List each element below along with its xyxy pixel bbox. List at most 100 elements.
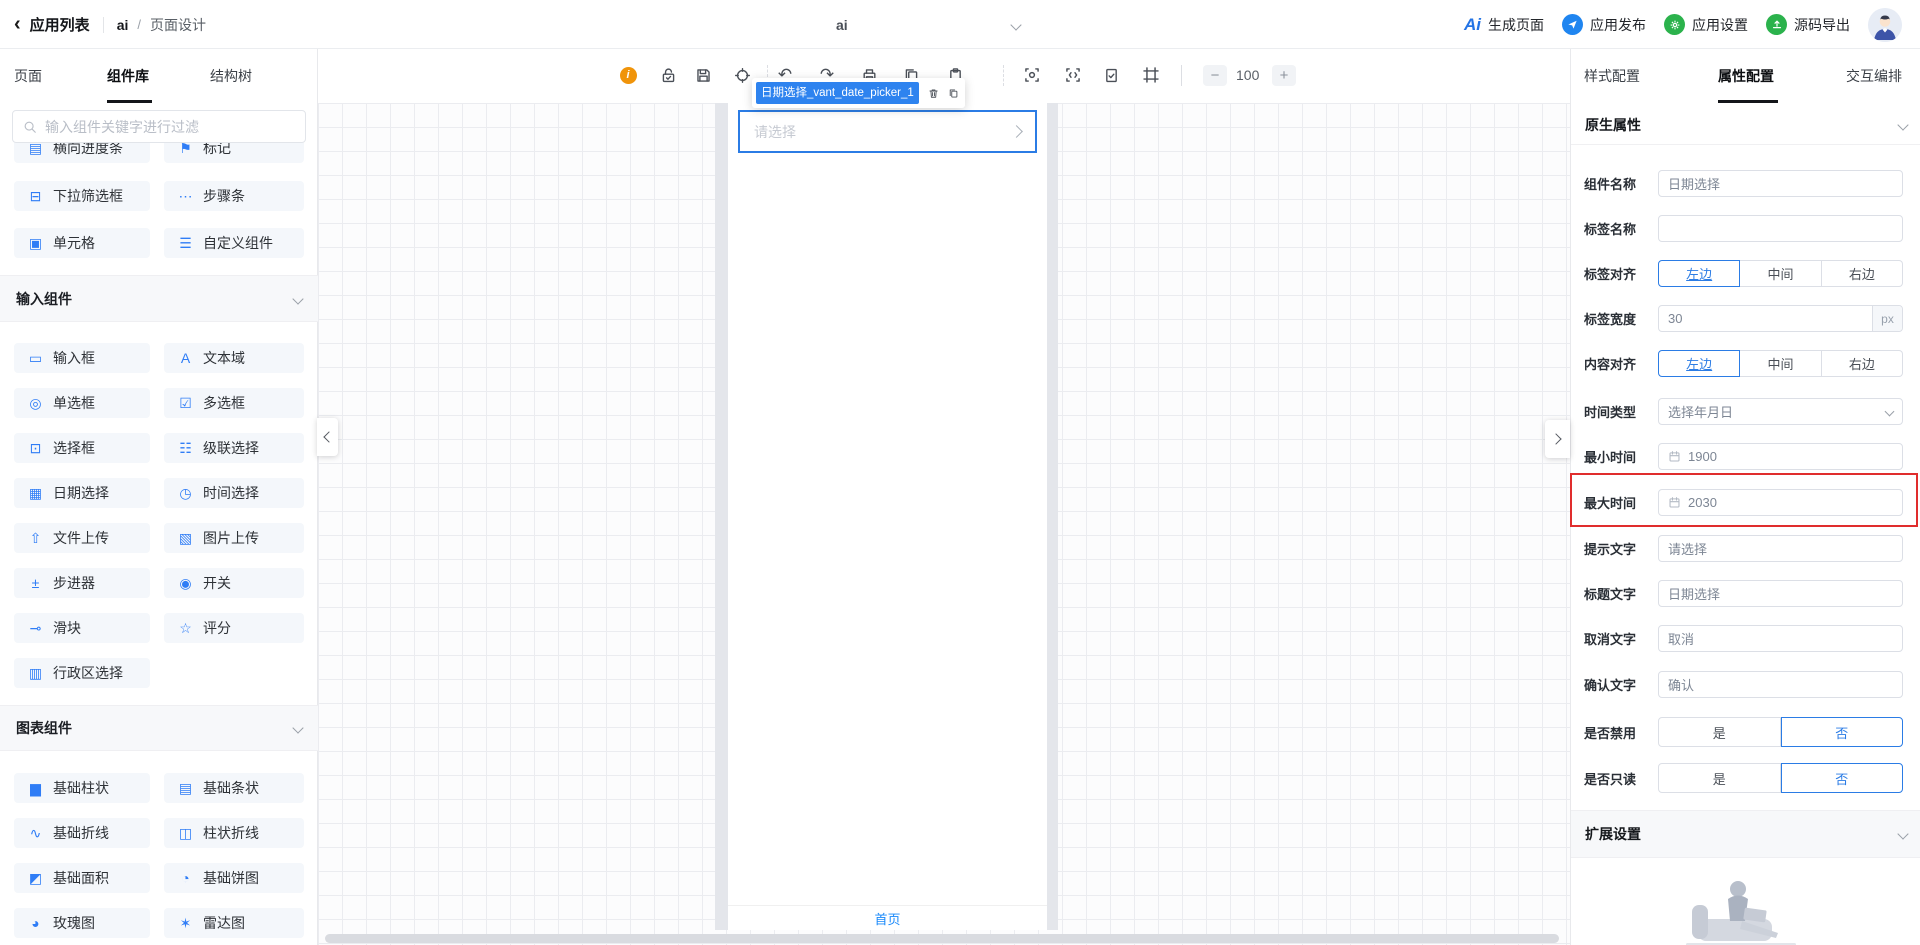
- tabbar-home-link[interactable]: 首页: [874, 909, 900, 928]
- component-item[interactable]: ◷ 时间选择: [164, 478, 304, 508]
- time-type-select[interactable]: 选择年月日: [1658, 398, 1903, 425]
- target-icon[interactable]: [733, 66, 751, 84]
- min-time-input[interactable]: 1900: [1658, 443, 1903, 470]
- export-source-button[interactable]: 源码导出: [1766, 14, 1850, 35]
- component-item[interactable]: ▣ 单元格: [14, 228, 150, 258]
- page-selector[interactable]: ai: [836, 0, 1020, 49]
- component-item[interactable]: ⊸ 滑块: [14, 613, 150, 643]
- component-item[interactable]: ▤ 基础条状: [164, 773, 304, 803]
- confirm-text-input[interactable]: 确认: [1658, 671, 1903, 698]
- label-width-input[interactable]: 30 px: [1658, 305, 1903, 332]
- toolbar-divider: [1003, 65, 1004, 86]
- section-native-props[interactable]: 原生属性: [1571, 105, 1920, 145]
- component-item[interactable]: ⊡ 选择框: [14, 433, 150, 463]
- component-item[interactable]: ▭ 输入框: [14, 343, 150, 373]
- component-item[interactable]: ⇧ 文件上传: [14, 523, 150, 553]
- info-icon[interactable]: i: [619, 66, 637, 84]
- tab-interaction[interactable]: 交互编排: [1846, 49, 1902, 103]
- calendar-icon: [1668, 450, 1681, 463]
- zoom-in-button[interactable]: +: [1272, 65, 1296, 86]
- steps-icon: ⋯: [177, 188, 194, 205]
- generate-page-button[interactable]: Ai 生成页面: [1464, 15, 1544, 35]
- readonly-yes[interactable]: 是: [1658, 763, 1781, 793]
- unlock-icon[interactable]: [659, 66, 677, 84]
- delete-icon[interactable]: [928, 86, 939, 101]
- label-align-center[interactable]: 中间: [1740, 260, 1821, 287]
- title-text-input[interactable]: 日期选择: [1658, 580, 1903, 607]
- tag-name-input[interactable]: [1658, 215, 1903, 242]
- component-item[interactable]: ⚑ 标记: [164, 143, 304, 163]
- publish-app-button[interactable]: 应用发布: [1562, 14, 1646, 35]
- preview-icon[interactable]: [1023, 66, 1041, 84]
- field-readonly: 是否只读 是 否: [1584, 763, 1903, 793]
- phone-tabbar: 首页: [728, 905, 1047, 930]
- breadcrumb-app: ai: [117, 17, 129, 33]
- component-item[interactable]: ◩ 基础面积: [14, 863, 150, 893]
- component-item[interactable]: ▥ 行政区选择: [14, 658, 150, 688]
- back-icon[interactable]: ‹: [14, 14, 21, 34]
- component-item[interactable]: ◎ 单选框: [14, 388, 150, 418]
- component-item[interactable]: ☆ 评分: [164, 613, 304, 643]
- input-box-icon: ▭: [27, 350, 44, 367]
- copy-icon[interactable]: [948, 86, 959, 101]
- source-code-icon[interactable]: [1064, 66, 1082, 84]
- cancel-text-input[interactable]: 取消: [1658, 625, 1903, 652]
- content-align-right[interactable]: 右边: [1822, 350, 1903, 377]
- app-settings-button[interactable]: 应用设置: [1664, 14, 1748, 35]
- user-avatar[interactable]: [1868, 8, 1902, 42]
- disabled-no[interactable]: 否: [1781, 717, 1904, 747]
- form-validate-icon[interactable]: [1102, 66, 1120, 84]
- component-search-input[interactable]: 输入组件关键字进行过滤: [12, 110, 306, 143]
- frame-icon[interactable]: [1142, 66, 1160, 84]
- max-time-input[interactable]: 2030: [1658, 489, 1903, 516]
- back-to-app-list[interactable]: 应用列表: [30, 14, 90, 35]
- empty-state-illustration: [1676, 867, 1816, 945]
- label-align-right[interactable]: 右边: [1822, 260, 1903, 287]
- placeholder-text-input[interactable]: 请选择: [1658, 535, 1903, 562]
- tab-property-config[interactable]: 属性配置: [1718, 49, 1774, 103]
- picker-placeholder: 请选择: [754, 122, 1012, 142]
- component-item[interactable]: ☷ 级联选择: [164, 433, 304, 463]
- tab-components[interactable]: 组件库: [107, 49, 149, 103]
- save-icon[interactable]: [694, 66, 712, 84]
- component-item[interactable]: ◔ 基础饼图: [164, 863, 304, 893]
- content-align-left[interactable]: 左边: [1658, 350, 1740, 377]
- component-item[interactable]: ◉ 开关: [164, 568, 304, 598]
- section-input-components[interactable]: 输入组件: [0, 275, 318, 322]
- readonly-no[interactable]: 否: [1781, 763, 1904, 793]
- date-picker-component[interactable]: 请选择: [738, 110, 1037, 153]
- collapse-left-panel-handle[interactable]: [317, 418, 338, 456]
- divider: [103, 17, 104, 33]
- section-chart-components[interactable]: 图表组件: [0, 705, 318, 751]
- calendar-icon: ▦: [27, 485, 44, 502]
- label-align-left[interactable]: 左边: [1658, 260, 1740, 287]
- phone-screen[interactable]: 请选择 首页: [728, 103, 1047, 930]
- section-extended-settings[interactable]: 扩展设置: [1571, 810, 1920, 858]
- horizontal-scrollbar[interactable]: [325, 934, 1559, 943]
- tab-style-config[interactable]: 样式配置: [1584, 49, 1640, 103]
- component-item[interactable]: ☑ 多选框: [164, 388, 304, 418]
- tab-pages[interactable]: 页面: [14, 49, 42, 103]
- field-time-type: 时间类型 选择年月日: [1584, 398, 1903, 425]
- component-item[interactable]: ▆ 基础柱状: [14, 773, 150, 803]
- component-item[interactable]: ▧ 图片上传: [164, 523, 304, 553]
- component-item[interactable]: ✶ 雷达图: [164, 908, 304, 938]
- collapse-right-panel-handle[interactable]: [1545, 420, 1570, 458]
- disabled-yes[interactable]: 是: [1658, 717, 1781, 747]
- content-align-center[interactable]: 中间: [1740, 350, 1821, 377]
- component-item[interactable]: A 文本域: [164, 343, 304, 373]
- component-name-input[interactable]: 日期选择: [1658, 170, 1903, 197]
- component-item[interactable]: ⊟ 下拉筛选框: [14, 181, 150, 211]
- component-item[interactable]: ◕ 玫瑰图: [14, 908, 150, 938]
- component-item[interactable]: ▦ 日期选择: [14, 478, 150, 508]
- field-tag-name: 标签名称: [1584, 215, 1903, 242]
- component-item[interactable]: ± 步进器: [14, 568, 150, 598]
- component-item[interactable]: ⋯ 步骤条: [164, 181, 304, 211]
- component-item[interactable]: ☰ 自定义组件: [164, 228, 304, 258]
- tab-structure-tree[interactable]: 结构树: [210, 49, 252, 103]
- toolbar-divider: [1181, 65, 1182, 86]
- component-item[interactable]: ◫ 柱状折线: [164, 818, 304, 848]
- component-item[interactable]: ▤ 横向进度条: [14, 143, 150, 163]
- component-item[interactable]: ∿ 基础折线: [14, 818, 150, 848]
- zoom-out-button[interactable]: −: [1203, 65, 1227, 86]
